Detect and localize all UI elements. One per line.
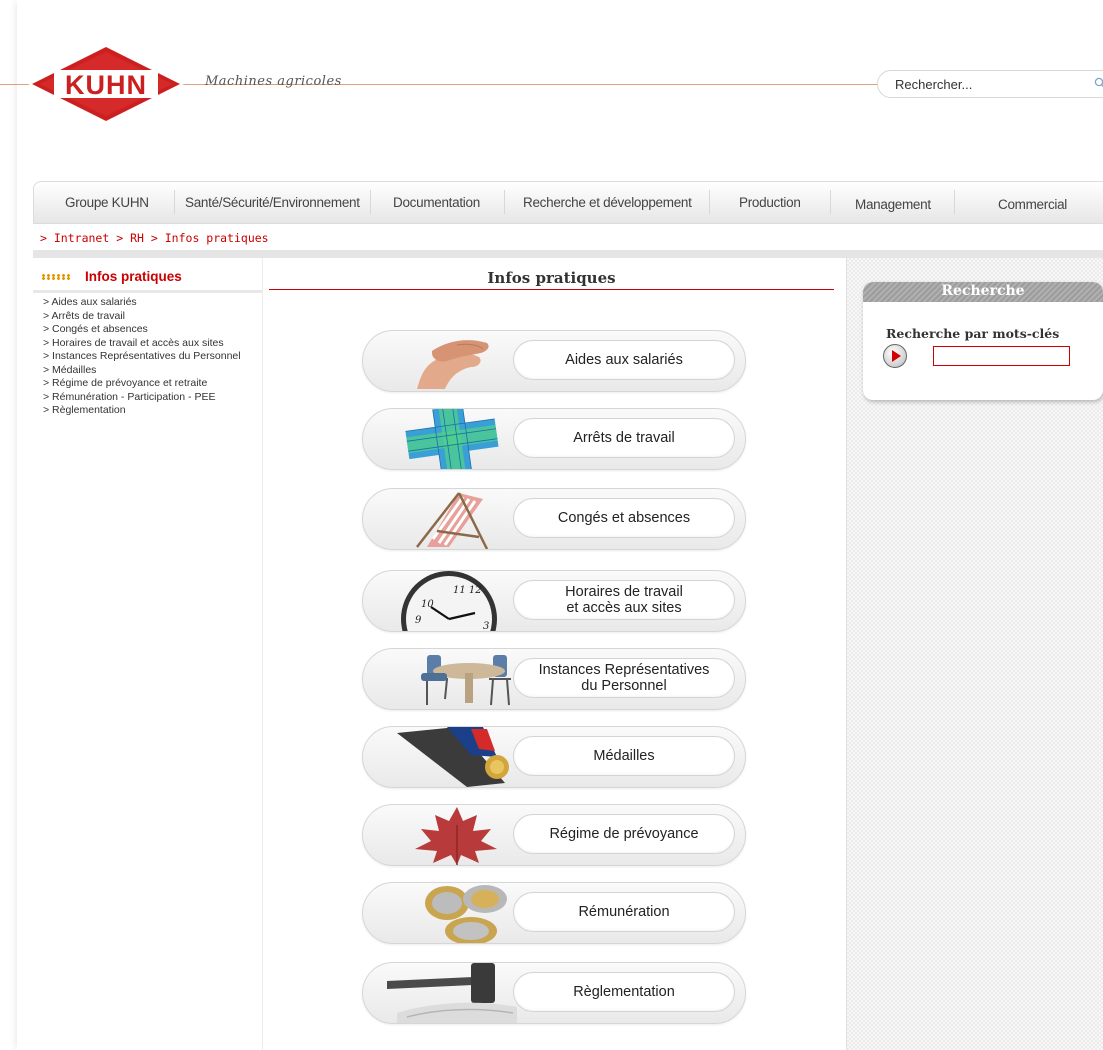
- dots-icon: [41, 274, 71, 280]
- tile-aides-aux-salaries[interactable]: Aides aux salariés: [362, 330, 746, 392]
- coins-icon: [425, 885, 507, 943]
- meeting-table-icon: [421, 655, 511, 706]
- breadcrumb-separator: >: [40, 231, 47, 245]
- right-panel: Recherche Recherche par mots-clés: [846, 258, 1103, 1050]
- tile-label: Arrêts de travail: [513, 418, 735, 458]
- sidebar-title: Infos pratiques: [85, 269, 182, 284]
- breadcrumb-separator: >: [150, 231, 158, 245]
- nav-separator: [954, 190, 955, 214]
- nav-separator: [370, 190, 371, 214]
- clock-icon: 11 12 10 9 3: [401, 571, 497, 631]
- tile-regime-de-prevoyance[interactable]: Régime de prévoyance: [362, 804, 746, 866]
- tile-label: Régime de prévoyance: [513, 814, 735, 854]
- keyword-search-box: Recherche Recherche par mots-clés: [863, 282, 1103, 400]
- nav-item-production[interactable]: Production: [739, 195, 801, 210]
- tile-label: Aides aux salariés: [513, 340, 735, 380]
- breadcrumb-item-intranet[interactable]: Intranet: [54, 231, 109, 245]
- medal-icon: [397, 727, 509, 787]
- tile-label: Horaires de travail et accès aux sites: [513, 580, 735, 620]
- sidebar-links: > Aides aux salariés > Arrêts de travail…: [33, 296, 262, 418]
- breadcrumb-separator: >: [116, 231, 124, 245]
- nav-item-sante-securite[interactable]: Santé/Sécurité/Environnement: [185, 195, 360, 210]
- maple-leaf-icon: [415, 807, 497, 865]
- svg-text:11 12: 11 12: [453, 585, 482, 596]
- deck-chair-icon: [416, 492, 489, 549]
- sidebar-link-reglementation[interactable]: > Règlementation: [33, 404, 262, 418]
- nav-separator: [174, 190, 175, 214]
- nav-item-management[interactable]: Management: [855, 197, 931, 212]
- site-search-input[interactable]: [895, 77, 1085, 92]
- tile-label: Règlementation: [513, 972, 735, 1012]
- sidebar-link-instances[interactable]: > Instances Représentatives du Personnel: [33, 350, 262, 364]
- gavel-icon: [387, 963, 517, 1023]
- tile-conges-et-absences[interactable]: Congés et absences: [362, 488, 746, 550]
- search-box-title: Recherche: [941, 283, 1025, 299]
- breadcrumb-item-rh[interactable]: RH: [130, 231, 144, 245]
- title-rule: [269, 289, 834, 290]
- tile-horaires-de-travail[interactable]: 11 12 10 9 3 Horaires de travail et accès…: [362, 570, 746, 632]
- nav-item-groupe-kuhn[interactable]: Groupe KUHN: [65, 195, 149, 210]
- logo-text: KUHN: [65, 70, 147, 100]
- page-title: Infos pratiques: [487, 269, 616, 287]
- tile-label: Congés et absences: [513, 498, 735, 538]
- sidebar: Infos pratiques > Aides aux salariés > A…: [33, 258, 263, 1050]
- sidebar-link-aides[interactable]: > Aides aux salariés: [33, 296, 262, 310]
- search-icon[interactable]: [1094, 77, 1103, 89]
- tile-arrets-de-travail[interactable]: Arrêts de travail: [362, 408, 746, 470]
- keyword-input[interactable]: [933, 346, 1070, 366]
- keyword-search-label: Recherche par mots-clés: [886, 326, 1060, 341]
- nav-separator: [504, 190, 505, 214]
- sidebar-link-conges[interactable]: > Congés et absences: [33, 323, 262, 337]
- tile-label: Instances Représentatives du Personnel: [513, 658, 735, 698]
- sidebar-header: Infos pratiques: [33, 264, 262, 293]
- tile-remuneration[interactable]: Rémunération: [362, 882, 746, 944]
- main-content: Infos pratiques Aides aux salariés Arrêt…: [269, 258, 834, 1050]
- hands-icon: [417, 340, 489, 389]
- main-nav: Groupe KUHN Santé/Sécurité/Environnement…: [33, 181, 1103, 224]
- nav-item-commercial[interactable]: Commercial: [998, 197, 1067, 212]
- nav-separator: [830, 190, 831, 214]
- sidebar-link-medailles[interactable]: > Médailles: [33, 364, 262, 378]
- nav-separator: [709, 190, 710, 214]
- site-search[interactable]: [877, 70, 1103, 98]
- kuhn-logo[interactable]: KUHN: [26, 42, 186, 126]
- tile-label: Rémunération: [513, 892, 735, 932]
- medical-cross-icon: [405, 409, 499, 469]
- sidebar-link-horaires[interactable]: > Horaires de travail et accès aux sites: [33, 337, 262, 351]
- tile-medailles[interactable]: Médailles: [362, 726, 746, 788]
- brand-tagline: Machines agricoles: [205, 74, 342, 89]
- search-go-button[interactable]: [883, 344, 907, 368]
- nav-item-documentation[interactable]: Documentation: [393, 195, 480, 210]
- tile-label: Médailles: [513, 736, 735, 776]
- breadcrumb: > Intranet > RH > Infos pratiques: [40, 231, 269, 245]
- sidebar-link-arrets[interactable]: > Arrêts de travail: [33, 310, 262, 324]
- breadcrumb-bar: [33, 250, 1103, 258]
- sidebar-link-regime[interactable]: > Régime de prévoyance et retraite: [33, 377, 262, 391]
- tile-reglementation[interactable]: Règlementation: [362, 962, 746, 1024]
- svg-text:9: 9: [415, 615, 422, 626]
- sidebar-link-remuneration[interactable]: > Rémunération - Participation - PEE: [33, 391, 262, 405]
- tile-instances-representatives[interactable]: Instances Représentatives du Personnel: [362, 648, 746, 710]
- svg-text:3: 3: [483, 621, 489, 631]
- breadcrumb-item-infos-pratiques: Infos pratiques: [164, 231, 269, 245]
- nav-item-recherche-developpement[interactable]: Recherche et développement: [523, 195, 692, 210]
